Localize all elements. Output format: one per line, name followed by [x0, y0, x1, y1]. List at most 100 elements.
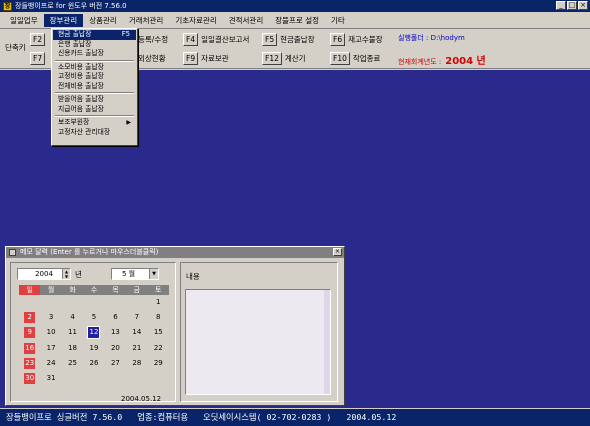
menu-ledger[interactable]: 장부관리 [43, 13, 84, 27]
maximize-button[interactable]: □ [567, 1, 577, 10]
register-edit-button[interactable]: 등록/수정 [138, 32, 168, 46]
day-number: 15 [153, 328, 163, 337]
note-textarea[interactable] [185, 289, 331, 395]
calendar-day[interactable]: 20 [105, 342, 126, 357]
fkey-badge: F4 [183, 32, 199, 46]
menu-clients[interactable]: 거래처관리 [123, 14, 170, 27]
note-label: 내용 [186, 272, 200, 281]
calendar-day[interactable]: 14 [126, 326, 147, 341]
fiscal-year-info: 현재회계년도 :2004 년 [398, 52, 486, 67]
menu-item-bankbook[interactable]: 은행 출납장 [53, 40, 136, 50]
calendar-day[interactable]: 21 [126, 342, 147, 357]
calendar-day[interactable]: 16 [19, 342, 40, 357]
calendar-day[interactable]: 10 [40, 326, 61, 341]
minimize-button[interactable]: _ [556, 1, 566, 10]
calendar-day[interactable]: 25 [62, 357, 83, 372]
menu-item-total-expense[interactable]: 전체비용 출납장 [53, 82, 136, 92]
menu-daily-work[interactable]: 일일업무 [4, 14, 44, 27]
calendar-day[interactable]: 19 [83, 342, 104, 357]
receivables-button[interactable]: 외상현황 [138, 51, 166, 65]
year-spinner[interactable]: 2004 ▲ ▼ [17, 268, 71, 280]
menu-item-creditcard-book[interactable]: 신용카드 출납장 [53, 49, 136, 59]
calendar-day[interactable]: 22 [148, 342, 169, 357]
cashbook-button[interactable]: F5 현금출납장 [262, 32, 315, 46]
close-button[interactable]: × [578, 1, 588, 10]
calendar-day[interactable]: 6 [105, 311, 126, 326]
ledger-dropdown-menu: 현금 출납장 F5 은행 출납장 신용카드 출납장 소모비용 출납장 고정비용 … [51, 28, 138, 146]
calendar-day[interactable]: 23 [19, 357, 40, 372]
menu-item-fixed-assets[interactable]: 고정자산 관리대장 [53, 128, 136, 138]
calendar-day[interactable]: 8 [148, 311, 169, 326]
month-select[interactable]: 5 월 ▼ [111, 268, 159, 280]
calendar-day[interactable]: 3 [40, 311, 61, 326]
day-number: 11 [68, 328, 78, 337]
button-label: 자료보관 [201, 53, 229, 63]
menu-etc[interactable]: 기타 [325, 14, 351, 27]
weekday-label: 금 [133, 286, 141, 294]
fkey-badge: F12 [262, 51, 282, 65]
menu-item-notes-receivable[interactable]: 받을어음 출납장 [53, 95, 136, 105]
calendar-day[interactable]: 29 [148, 357, 169, 372]
day-number [46, 296, 57, 307]
day-number: 27 [110, 358, 120, 367]
calendar-day[interactable]: 5 [83, 311, 104, 326]
menu-item-fixed-expense[interactable]: 고정비용 출납장 [53, 72, 136, 82]
calendar-panel: 2004 ▲ ▼ 년 5 월 ▼ 일월화수목금토 1 2 3 4 5 6 7 8 9 10 11 12 1… [10, 262, 176, 403]
inventory-button[interactable]: F6 재고수불장 [330, 32, 383, 46]
day-number [88, 296, 99, 307]
weekday-label: 목 [112, 286, 119, 294]
day-number [153, 372, 164, 383]
spin-arrows-icon[interactable]: ▲ ▼ [62, 269, 70, 279]
calendar-day[interactable]: 26 [83, 357, 104, 372]
daily-report-button[interactable]: F4 일일결산보고서 [183, 32, 249, 46]
calendar-day[interactable]: 27 [105, 357, 126, 372]
calendar-day[interactable]: 28 [126, 357, 147, 372]
calendar-day[interactable]: 18 [62, 342, 83, 357]
calendar-day-empty [105, 372, 126, 387]
calendar-day[interactable]: 24 [40, 357, 61, 372]
day-number: 26 [89, 358, 99, 367]
f2-button[interactable]: F2 [30, 32, 48, 46]
menu-item-notes-payable[interactable]: 지급어음 출납장 [53, 105, 136, 115]
menu-item-consumable-expense[interactable]: 소모비용 출납장 [53, 63, 136, 73]
close-icon[interactable]: × [333, 248, 342, 256]
calendar-day[interactable]: 13 [105, 326, 126, 341]
app-icon[interactable]: 장 [3, 1, 12, 11]
fkey-badge: F6 [330, 32, 346, 46]
menu-settings[interactable]: 장뜰프로 설정 [269, 14, 325, 27]
calendar-day[interactable]: 31 [40, 372, 61, 387]
f7-button[interactable]: F7 [30, 51, 48, 65]
calendar-day[interactable]: 17 [40, 342, 61, 357]
calendar-day-empty [62, 372, 83, 387]
day-number: 23 [24, 357, 36, 369]
day-number: 19 [89, 343, 99, 352]
day-number [110, 296, 121, 307]
menu-products[interactable]: 상품관리 [83, 14, 123, 27]
calendar-day[interactable]: 12 [83, 326, 104, 341]
menu-item-cashbook[interactable]: 현금 출납장 F5 [53, 30, 136, 40]
note-panel: 내용 [180, 262, 338, 402]
menu-item-label: 현금 출납장 [58, 30, 92, 38]
menu-item-subsidiary-ledger[interactable]: 보조부원장 ▶ [53, 118, 136, 128]
menu-item-label: 보조부원장 [58, 118, 90, 126]
memo-calendar-window: 메모 달력 (Enter 를 누르거나 마우스더블클릭) × 2004 ▲ ▼ 년… [5, 246, 345, 406]
weekday-header: 일월 화 수 목 금 토 [19, 285, 169, 295]
menu-quotes[interactable]: 견적서관리 [223, 14, 270, 27]
calendar-day[interactable]: 7 [126, 311, 147, 326]
day-number: 25 [68, 358, 78, 367]
memo-title-bar[interactable]: 메모 달력 (Enter 를 누르거나 마우스더블클릭) × [6, 247, 344, 258]
chevron-down-icon[interactable]: ▼ [149, 269, 158, 279]
calendar-day[interactable]: 1 [148, 296, 169, 311]
backup-button[interactable]: F9 자료보관 [183, 51, 229, 65]
menu-base-data[interactable]: 기초자료관리 [169, 14, 222, 27]
calculator-button[interactable]: F12 계산기 [262, 51, 306, 65]
calendar-day[interactable]: 15 [148, 326, 169, 341]
button-label: 작업종료 [352, 53, 381, 63]
shortcut-label: 단축키 [5, 43, 26, 52]
calendar-day[interactable]: 9 [19, 326, 40, 341]
exit-button[interactable]: F10 작업종료 [330, 51, 380, 65]
calendar-day[interactable]: 30 [19, 372, 40, 387]
calendar-day[interactable]: 11 [62, 326, 83, 341]
calendar-day[interactable]: 2 [19, 311, 40, 326]
calendar-day[interactable]: 4 [62, 311, 83, 326]
